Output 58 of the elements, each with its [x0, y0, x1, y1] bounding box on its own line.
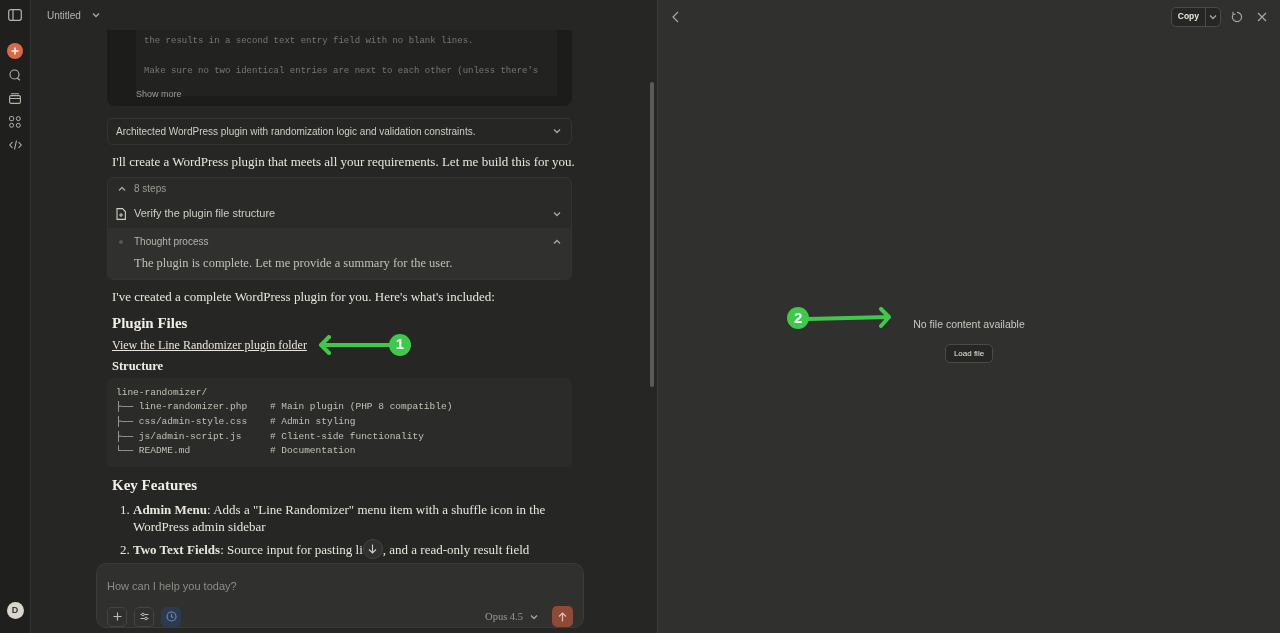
steps-toggle[interactable]: 8 steps [108, 177, 571, 200]
arrow-up-icon [558, 611, 567, 622]
document-icon [116, 207, 126, 220]
step-label: Verify the plugin file structure [134, 206, 277, 222]
copy-button[interactable]: Copy [1171, 7, 1205, 26]
thinking-summary[interactable]: Architected WordPress plugin with randomization logic and validation constraints. [107, 117, 572, 145]
callout-number: 2 [787, 307, 810, 329]
empty-state-message: No file content available [913, 318, 1025, 330]
settings-button[interactable] [134, 606, 154, 627]
subheading: Structure [112, 357, 164, 375]
plus-icon [112, 612, 122, 621]
code-line: the results in a second text entry field with no blank lines. [144, 35, 474, 48]
add-button[interactable] [107, 606, 127, 627]
code-line: ├── css/admin-style.css # Admin styling [116, 414, 356, 429]
chat-title-button[interactable]: Untitled [47, 7, 102, 23]
new-chat-button[interactable] [7, 43, 23, 59]
code-line: └── README.md # Documentation [116, 444, 356, 459]
sliders-icon [139, 612, 149, 621]
sidebar-toggle-icon[interactable] [8, 9, 22, 21]
message-input[interactable]: How can I help you today? [107, 578, 573, 595]
steps-label: 8 steps [134, 182, 167, 196]
message-text: I'll create a WordPress plugin that meets all your requirements. Let me build this for you. [112, 152, 575, 170]
arrow-down-icon [368, 544, 378, 554]
code-line: ├── js/admin-script.js # Client-side functionality [116, 429, 424, 444]
code-icon[interactable] [8, 140, 22, 150]
feature-text: Admin Menu: Adds a "Line Randomizer" menu item with a shuffle icon in the WordPress admin sidebar [133, 501, 547, 535]
step-label: Thought process [134, 235, 210, 249]
folder-link[interactable]: View the Line Randomizer plugin folder [112, 336, 307, 353]
summary-text: Architected WordPress plugin with randomization logic and validation constraints. [116, 124, 477, 139]
feature-text: Two Text Fields: Source input for pasting li [133, 541, 363, 559]
thought-toggle[interactable]: Thought process [116, 233, 563, 250]
list-number: 1. [120, 501, 131, 519]
thought-text: The plugin is complete. Let me provide a summary for the user. [134, 254, 454, 271]
clock-icon [165, 611, 177, 622]
scrollbar[interactable] [650, 82, 654, 387]
refresh-icon[interactable] [1231, 10, 1243, 23]
model-selector[interactable]: Opus 4.5 [485, 608, 540, 625]
back-icon[interactable] [671, 10, 681, 23]
code-line: Make sure no two identical entries are next to each other (unless there's [144, 65, 539, 78]
code-line: ├── line-randomizer.php # Main plugin (PHP 8 compatible) [116, 400, 453, 415]
user-avatar[interactable]: D [6, 602, 24, 619]
list-number: 2. [120, 541, 131, 559]
plus-icon [11, 47, 19, 55]
box-icon[interactable] [9, 93, 21, 104]
history-button[interactable] [161, 606, 181, 627]
step-row[interactable]: Verify the plugin file structure [108, 199, 571, 228]
scroll-down-button[interactable] [362, 539, 383, 559]
code-line: line-randomizer/ [116, 385, 208, 400]
show-more-link[interactable]: Show more [136, 88, 182, 102]
close-icon[interactable] [1257, 11, 1267, 22]
message-text: I've created a complete WordPress plugin for you. Here's what's included: [112, 287, 495, 305]
callout-number: 1 [388, 333, 411, 356]
load-file-button[interactable]: Load file [944, 344, 994, 363]
section-heading: Key Features [112, 476, 198, 495]
section-heading: Plugin Files [112, 313, 188, 333]
apps-icon[interactable] [9, 116, 21, 128]
feature-text: , and a read-only result field [382, 541, 530, 559]
send-button[interactable] [552, 606, 573, 627]
